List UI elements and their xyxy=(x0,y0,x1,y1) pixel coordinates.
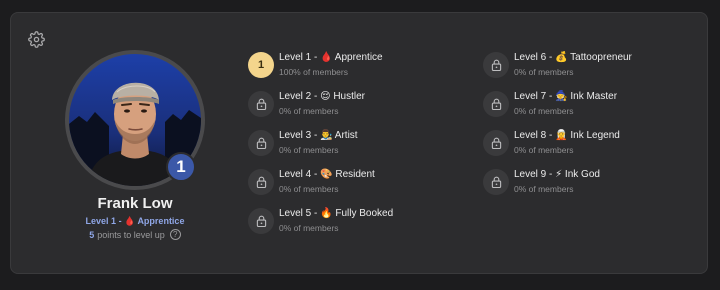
levels-card: 1 Frank Low Level 1 - 🩸 Apprentice 5 poi… xyxy=(10,12,708,274)
points-text: points to level up xyxy=(97,229,165,240)
level-badge: 1 xyxy=(166,152,196,182)
profile-name[interactable]: Frank Low xyxy=(25,195,245,212)
level-title: Level 3 - 👨‍🎨 Artist xyxy=(279,130,358,141)
level-title: Level 6 - 💰 Tattoopreneur xyxy=(514,52,632,63)
level-item: Level 8 - 🧝 Ink Legend 0% of members xyxy=(483,130,703,158)
level-members: 0% of members xyxy=(514,145,574,155)
points-to-level-up: 5 points to level up ? xyxy=(25,229,245,240)
lock-icon xyxy=(248,91,274,117)
points-value: 5 xyxy=(89,229,95,240)
lock-icon xyxy=(483,130,509,156)
question-mark-icon[interactable]: ? xyxy=(169,229,181,240)
lock-icon xyxy=(483,52,509,78)
level-item: Level 7 - 🧙 Ink Master 0% of members xyxy=(483,91,703,119)
lock-icon xyxy=(483,169,509,195)
level-members: 0% of members xyxy=(279,145,339,155)
lock-icon xyxy=(483,91,509,117)
level-title: Level 8 - 🧝 Ink Legend xyxy=(514,130,620,141)
level-number-badge: 1 xyxy=(248,52,274,78)
level-title: Level 9 - ⚡ Ink God xyxy=(514,169,600,180)
lock-icon xyxy=(248,130,274,156)
level-item: Level 5 - 🔥 Fully Booked 0% of members xyxy=(248,208,468,236)
level-members: 0% of members xyxy=(514,106,574,116)
level-title: Level 1 - 🩸 Apprentice xyxy=(279,52,383,63)
level-members: 0% of members xyxy=(279,106,339,116)
level-members: 0% of members xyxy=(279,223,339,233)
level-item: Level 4 - 🎨 Resident 0% of members xyxy=(248,169,468,197)
level-members: 0% of members xyxy=(514,67,574,77)
level-title: Level 7 - 🧙 Ink Master xyxy=(514,91,618,102)
level-item: Level 9 - ⚡ Ink God 0% of members xyxy=(483,169,703,197)
level-members: 0% of members xyxy=(514,184,574,194)
level-title: Level 5 - 🔥 Fully Booked xyxy=(279,208,394,219)
level-title: Level 4 - 🎨 Resident xyxy=(279,169,375,180)
level-item: Level 6 - 💰 Tattoopreneur 0% of members xyxy=(483,52,703,80)
lock-icon xyxy=(248,208,274,234)
level-members: 100% of members xyxy=(279,67,348,77)
lock-icon xyxy=(248,169,274,195)
profile-level: Level 1 - 🩸 Apprentice xyxy=(85,216,185,226)
level-item: 1 Level 1 - 🩸 Apprentice 100% of members xyxy=(248,52,468,80)
level-title: Level 2 - 😌 Hustler xyxy=(279,91,366,102)
level-item: Level 2 - 😌 Hustler 0% of members xyxy=(248,91,468,119)
gear-icon[interactable] xyxy=(28,31,45,48)
level-members: 0% of members xyxy=(279,184,339,194)
level-item: Level 3 - 👨‍🎨 Artist 0% of members xyxy=(248,130,468,158)
